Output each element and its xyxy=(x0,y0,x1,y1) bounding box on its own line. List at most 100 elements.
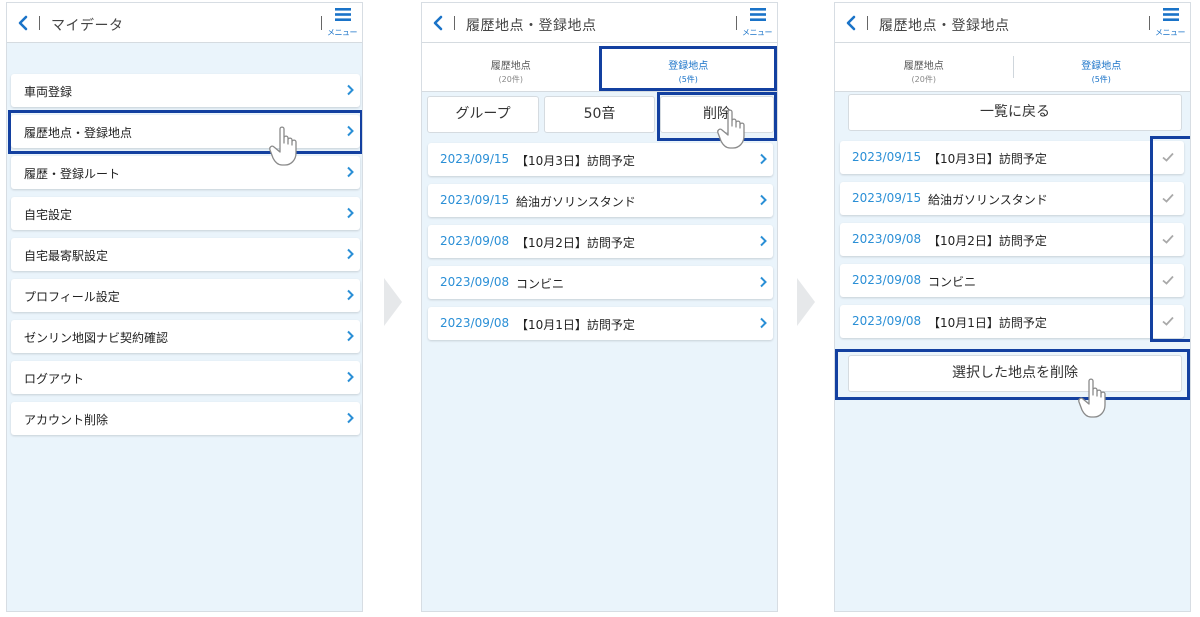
list-item[interactable]: 2023/09/08 【10月1日】訪問予定 xyxy=(840,305,1184,338)
list-item-home[interactable]: 自宅設定 xyxy=(11,197,360,230)
record-name: 【10月1日】訪問予定 xyxy=(516,318,635,332)
tab-count: (5件) xyxy=(678,75,698,84)
pointing-hand-icon xyxy=(269,126,297,166)
screen-locations-list: 履歴地点・登録地点 メニュー 履歴地点 (20件) 登録地点 (5件) グループ… xyxy=(421,2,778,612)
record-name: 【10月3日】訪問予定 xyxy=(516,154,635,168)
chevron-right-icon xyxy=(347,84,354,96)
list-item[interactable]: 2023/09/15 給油ガソリンスタンド xyxy=(428,184,773,217)
menu-label: メニュー xyxy=(742,28,773,37)
menu-label: メニュー xyxy=(1155,28,1186,37)
chevron-right-icon xyxy=(347,166,354,178)
list-item-logout[interactable]: ログアウト xyxy=(11,361,360,394)
screen-mydata: マイデータ メニュー 車両登録 履歴地点・登録地点 履歴・登録ルート 自宅設定 … xyxy=(6,2,363,612)
record-name: 【10月2日】訪問予定 xyxy=(928,234,1047,248)
chevron-right-icon xyxy=(760,194,767,206)
record-date: 2023/09/08 xyxy=(440,316,510,330)
record-date: 2023/09/08 xyxy=(852,232,922,246)
checkmark-icon[interactable] xyxy=(1162,152,1174,162)
record-date: 2023/09/15 xyxy=(440,193,510,207)
list-item[interactable]: 2023/09/08 コンビニ xyxy=(840,264,1184,297)
delete-selected-button[interactable]: 選択した地点を削除 xyxy=(848,355,1182,392)
tab-bar: 履歴地点 (20件) 登録地点 (5件) xyxy=(835,43,1190,92)
tab-bar: 履歴地点 (20件) 登録地点 (5件) xyxy=(422,43,777,92)
menu-button[interactable]: メニュー xyxy=(740,7,774,39)
hamburger-menu-icon xyxy=(335,8,351,21)
top-bar: 履歴地点・登録地点 メニュー xyxy=(835,3,1190,43)
list-item-vehicle[interactable]: 車両登録 xyxy=(11,74,360,107)
list-item-profile[interactable]: プロフィール設定 xyxy=(11,279,360,312)
checkmark-icon[interactable] xyxy=(1162,275,1174,285)
chevron-right-icon xyxy=(347,330,354,342)
list-item-label: ログアウト xyxy=(24,372,85,386)
record-name: コンビニ xyxy=(516,277,565,291)
screen-delete-locations: 履歴地点・登録地点 メニュー 履歴地点 (20件) 登録地点 (5件) 一覧に戻… xyxy=(834,2,1191,612)
record-date: 2023/09/08 xyxy=(852,273,922,287)
checkmark-icon[interactable] xyxy=(1162,234,1174,244)
record-date: 2023/09/08 xyxy=(852,314,922,328)
list-item-label: 自宅最寄駅設定 xyxy=(24,249,109,263)
list-item[interactable]: 2023/09/15 給油ガソリンスタンド xyxy=(840,182,1184,215)
list-item[interactable]: 2023/09/08 【10月2日】訪問予定 xyxy=(840,223,1184,256)
pointing-hand-icon xyxy=(717,109,745,149)
top-bar: 履歴地点・登録地点 メニュー xyxy=(422,3,777,43)
tab-label: 履歴地点 xyxy=(490,61,531,72)
record-name: コンビニ xyxy=(928,275,977,289)
tab-registered[interactable]: 登録地点 (5件) xyxy=(600,43,778,92)
list-item-home-station[interactable]: 自宅最寄駅設定 xyxy=(11,238,360,271)
menu-label: メニュー xyxy=(327,28,358,37)
list-item-contract[interactable]: ゼンリン地図ナビ契約確認 xyxy=(11,320,360,353)
tab-label: 履歴地点 xyxy=(903,61,944,72)
record-date: 2023/09/08 xyxy=(440,275,510,289)
chevron-right-icon xyxy=(347,412,354,424)
page-title: 履歴地点・登録地点 xyxy=(879,18,1010,34)
tab-label: 登録地点 xyxy=(1081,61,1122,72)
chevron-left-icon[interactable] xyxy=(430,14,446,32)
menu-button[interactable]: メニュー xyxy=(1153,7,1187,39)
list-item-label: 車両登録 xyxy=(24,85,73,99)
chevron-left-icon[interactable] xyxy=(843,14,859,32)
hamburger-menu-icon xyxy=(750,8,766,21)
checkmark-icon[interactable] xyxy=(1162,193,1174,203)
chevron-left-icon[interactable] xyxy=(15,14,31,32)
chevron-right-icon xyxy=(347,371,354,383)
hamburger-menu-icon xyxy=(1163,8,1179,21)
record-date: 2023/09/15 xyxy=(440,152,510,166)
list-item-label: 履歴・登録ルート xyxy=(24,167,121,181)
record-name: 【10月1日】訪問予定 xyxy=(928,316,1047,330)
chevron-right-icon xyxy=(760,276,767,288)
list-item[interactable]: 2023/09/08 【10月2日】訪問予定 xyxy=(428,225,773,258)
list-item-delete-account[interactable]: アカウント削除 xyxy=(11,402,360,435)
title-divider xyxy=(454,16,455,30)
list-item[interactable]: 2023/09/08 コンビニ xyxy=(428,266,773,299)
pointing-hand-icon xyxy=(1078,378,1106,418)
title-divider xyxy=(39,16,40,30)
menu-button[interactable]: メニュー xyxy=(325,7,359,39)
menu-divider xyxy=(736,16,737,30)
record-name: 【10月2日】訪問予定 xyxy=(516,236,635,250)
step-arrow-icon xyxy=(384,278,402,326)
step-arrow-icon xyxy=(797,278,815,326)
menu-divider xyxy=(1149,16,1150,30)
menu-divider xyxy=(321,16,322,30)
tab-history[interactable]: 履歴地点 (20件) xyxy=(835,43,1013,92)
back-to-list-button[interactable]: 一覧に戻る xyxy=(848,94,1182,131)
chevron-right-icon xyxy=(347,289,354,301)
list-item[interactable]: 2023/09/08 【10月1日】訪問予定 xyxy=(428,307,773,340)
list-item-label: ゼンリン地図ナビ契約確認 xyxy=(24,331,169,345)
kana-sort-button[interactable]: 50音 xyxy=(544,96,655,133)
list-item[interactable]: 2023/09/15 【10月3日】訪問予定 xyxy=(840,141,1184,174)
tab-count: (5件) xyxy=(1091,75,1111,84)
record-date: 2023/09/08 xyxy=(440,234,510,248)
checkmark-icon[interactable] xyxy=(1162,316,1174,326)
record-date: 2023/09/15 xyxy=(852,150,922,164)
record-name: 給油ガソリンスタンド xyxy=(516,195,636,209)
tab-registered[interactable]: 登録地点 (5件) xyxy=(1013,43,1191,92)
list-item-label: 履歴地点・登録地点 xyxy=(24,126,133,140)
record-name: 給油ガソリンスタンド xyxy=(928,193,1048,207)
chevron-right-icon xyxy=(760,235,767,247)
tab-count: (20件) xyxy=(911,75,936,84)
tab-history[interactable]: 履歴地点 (20件) xyxy=(422,43,600,92)
list-item-label: アカウント削除 xyxy=(24,413,109,427)
group-button[interactable]: グループ xyxy=(427,96,539,133)
tab-count: (20件) xyxy=(498,75,523,84)
